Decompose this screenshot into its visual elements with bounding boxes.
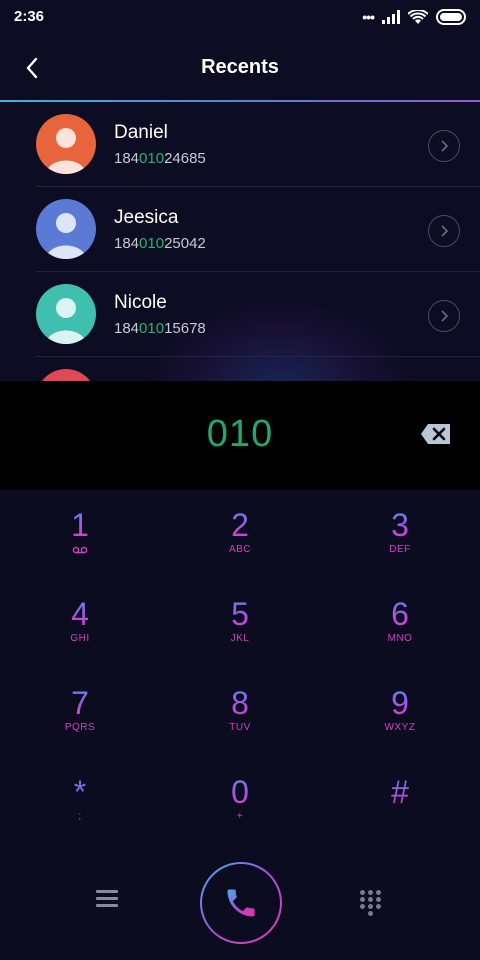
contact-name: Jeesica	[114, 207, 179, 228]
key-digit: 8	[231, 685, 249, 721]
key-digit: 1	[71, 507, 89, 543]
key-8[interactable]: 8 TUV	[160, 668, 320, 757]
key-digit: 6	[391, 596, 409, 632]
chevron-right-icon	[441, 310, 449, 322]
person-icon	[46, 128, 86, 174]
key-3[interactable]: 3 DEF	[320, 490, 480, 579]
recents-list: Daniel 18401024685 Jeesica 18401025042 N…	[0, 102, 480, 382]
key-letters: JKL	[230, 633, 250, 644]
contact-name: Nicole	[114, 292, 167, 313]
details-button[interactable]	[428, 215, 460, 247]
chevron-right-icon	[441, 225, 449, 237]
status-time: 2:36	[14, 8, 45, 25]
key-letters: TUV	[229, 722, 251, 733]
dialpad-toggle-button[interactable]	[360, 890, 384, 916]
call-button[interactable]	[200, 862, 282, 944]
signal-icon	[382, 10, 400, 24]
battery-icon	[436, 9, 466, 25]
key-digit: 9	[391, 685, 409, 721]
status-icons: •••	[362, 8, 468, 26]
bottom-bar	[0, 850, 480, 960]
key-letters: WXYZ	[384, 722, 416, 733]
person-icon	[46, 213, 86, 259]
dial-input: 010	[0, 381, 480, 490]
key-hash[interactable]: #	[320, 757, 480, 846]
key-star[interactable]: * ;	[0, 757, 160, 846]
list-item[interactable]: Daniel 18401024685	[0, 102, 480, 187]
more-dots-icon: •••	[362, 9, 375, 25]
key-letters: MNO	[387, 633, 413, 644]
key-2[interactable]: 2 ABC	[160, 490, 320, 579]
avatar	[36, 114, 96, 174]
key-digit: #	[391, 774, 409, 810]
person-icon	[46, 298, 86, 344]
status-bar: 2:36 •••	[0, 0, 480, 36]
dialpad: 1 2 ABC 3 DEF 4 GHI 5 JKL 6 MNO 7 PQRS 8…	[0, 490, 480, 850]
dialed-digits: 010	[206, 413, 274, 455]
key-digit: 5	[231, 596, 249, 632]
key-4[interactable]: 4 GHI	[0, 579, 160, 668]
key-letters: ABC	[228, 544, 252, 555]
voicemail-icon	[72, 546, 88, 554]
key-5[interactable]: 5 JKL	[160, 579, 320, 668]
key-digit: 7	[71, 685, 89, 721]
key-7[interactable]: 7 PQRS	[0, 668, 160, 757]
key-letters: GHI	[70, 633, 90, 644]
key-1[interactable]: 1	[0, 490, 160, 579]
contact-number: 18401024685	[114, 150, 206, 167]
contact-name: Daniel	[114, 122, 168, 143]
list-item[interactable]: Jeesica 18401025042	[0, 187, 480, 272]
list-item[interactable]: Nicole 18401015678	[0, 272, 480, 357]
avatar	[36, 284, 96, 344]
delete-button[interactable]	[420, 422, 452, 446]
phone-icon	[227, 889, 255, 917]
key-letters: ;	[78, 811, 82, 822]
key-digit: 2	[231, 507, 249, 543]
key-letters: +	[236, 811, 244, 822]
avatar	[36, 199, 96, 259]
key-9[interactable]: 9 WXYZ	[320, 668, 480, 757]
details-button[interactable]	[428, 130, 460, 162]
key-digit: 4	[71, 596, 89, 632]
key-digit: *	[73, 774, 87, 810]
chevron-right-icon	[441, 140, 449, 152]
key-digit: 3	[391, 507, 409, 543]
key-6[interactable]: 6 MNO	[320, 579, 480, 668]
details-button[interactable]	[428, 300, 460, 332]
contact-number: 18401015678	[114, 320, 206, 337]
backspace-icon	[421, 424, 450, 444]
key-0[interactable]: 0 +	[160, 757, 320, 846]
key-letters: DEF	[389, 544, 411, 555]
menu-button[interactable]	[96, 890, 120, 910]
wifi-icon	[408, 9, 428, 24]
key-letters: PQRS	[64, 722, 96, 733]
list-item[interactable]	[0, 357, 480, 382]
contact-number: 18401025042	[114, 235, 206, 252]
page-title: Recents	[201, 56, 279, 78]
header: Recents	[0, 36, 480, 100]
dialer-app: 2:36 ••• Recents Daniel 18401024685 Jees…	[0, 0, 480, 960]
key-digit: 0	[231, 774, 249, 810]
